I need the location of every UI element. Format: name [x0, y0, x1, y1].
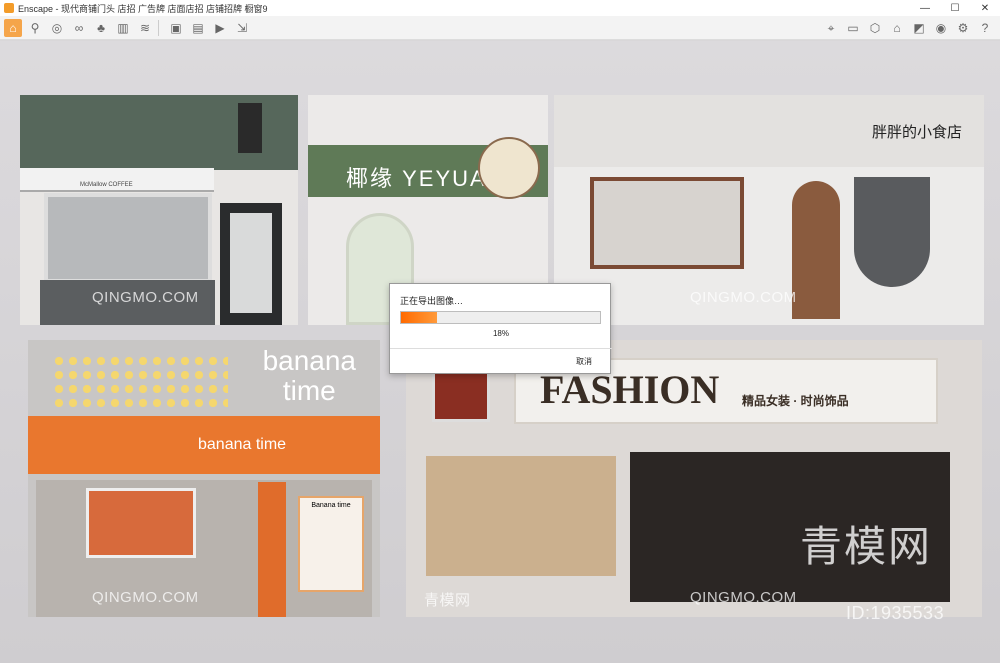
- oval-window: [854, 177, 930, 287]
- walk-icon[interactable]: ⚲: [26, 19, 44, 37]
- eye-icon[interactable]: ◉: [932, 19, 950, 37]
- storefront-banana-time: banana time banana time Banana time: [28, 340, 380, 617]
- library-icon[interactable]: ⌂: [888, 19, 906, 37]
- watermark: QINGMO.COM: [690, 589, 797, 606]
- shop-window: [590, 177, 744, 269]
- screenshot-icon[interactable]: ▭: [844, 19, 862, 37]
- building-icon[interactable]: ▥: [114, 19, 132, 37]
- watermark: QINGMO.COM: [690, 289, 797, 306]
- cancel-button[interactable]: 取消: [576, 356, 592, 367]
- tree-icon[interactable]: ♣: [92, 19, 110, 37]
- settings-icon[interactable]: ⚙: [954, 19, 972, 37]
- portrait-logo: [432, 370, 490, 422]
- progress-bar: [400, 311, 601, 324]
- panorama-icon[interactable]: ⇲: [233, 19, 251, 37]
- help-icon[interactable]: ?: [976, 19, 994, 37]
- toolbar-right: ⌖ ▭ ⬡ ⌂ ◩ ◉ ⚙ ?: [818, 19, 994, 37]
- binoculars-icon[interactable]: ∞: [70, 19, 88, 37]
- awning: McMallow COFFEE: [20, 168, 214, 192]
- menu-board: Banana time: [298, 496, 364, 592]
- watermark: QINGMO.COM: [92, 289, 199, 306]
- shop-window: [44, 193, 212, 283]
- toolbar: ⌂ ⚲ ◎ ∞ ♣ ▥ ≋ ▣ ▤ ▶ ⇲ ⌖ ▭ ⬡ ⌂ ◩ ◉ ⚙ ?: [0, 16, 1000, 40]
- coconut-logo: [478, 137, 540, 199]
- home-icon[interactable]: ⌂: [4, 18, 22, 37]
- material-icon[interactable]: ◩: [910, 19, 928, 37]
- progress-percent: 18%: [492, 329, 509, 338]
- watermark-brand-large: 青模网: [800, 523, 933, 570]
- grass-icon[interactable]: ≋: [136, 19, 154, 37]
- progress-fill: [401, 312, 437, 323]
- door: [220, 203, 282, 325]
- shop-name: 胖胖的小食店: [871, 123, 962, 141]
- maximize-button[interactable]: ☐: [940, 0, 970, 16]
- fashion-subtitle: 精品女装 · 时尚饰品: [742, 394, 849, 408]
- watermark: QINGMO.COM: [92, 589, 199, 606]
- window-controls: — ☐ ✕: [910, 0, 1000, 16]
- progress-message: 正在导出图像…: [400, 296, 464, 306]
- asset-icon[interactable]: ⬡: [866, 19, 884, 37]
- minimize-button[interactable]: —: [910, 0, 940, 16]
- enscape-logo-icon: [4, 3, 14, 13]
- title-bar: Enscape - 现代商铺门头 店招 广告牌 店面店招 店铺招牌 橱窗9 — …: [0, 0, 1000, 16]
- export-progress-dialog: 正在导出图像… 18% 取消: [389, 283, 612, 374]
- storefront-fashion: FASHION 精品女装 · 时尚饰品: [406, 340, 982, 617]
- dialog-divider: [390, 348, 612, 349]
- watermark-id: ID:1935533: [846, 603, 945, 623]
- door: [258, 482, 286, 617]
- orbit-icon[interactable]: ◎: [48, 19, 66, 37]
- shop-front: Banana time: [36, 480, 372, 617]
- orange-awning: banana time: [28, 416, 380, 474]
- watermark: 青模网: [424, 592, 471, 609]
- arched-door: [792, 181, 840, 319]
- video-icon[interactable]: ▶: [211, 19, 229, 37]
- brand-sign: banana time: [263, 346, 356, 406]
- views-icon[interactable]: ⌖: [822, 19, 840, 37]
- brand-line-1: banana: [262, 345, 356, 376]
- toolbar-divider: [158, 19, 159, 36]
- door-glass: [230, 213, 272, 313]
- export-image-icon[interactable]: ▣: [167, 19, 185, 37]
- batch-icon[interactable]: ▤: [189, 19, 207, 37]
- close-button[interactable]: ✕: [970, 0, 1000, 16]
- display-shelf: [426, 456, 616, 576]
- vertical-sign: [238, 103, 262, 153]
- brand-line-2: time: [282, 375, 336, 406]
- shop-window: [86, 488, 196, 558]
- light-grid: [52, 354, 228, 412]
- window-title: Enscape - 现代商铺门头 店招 广告牌 店面店招 店铺招牌 橱窗9: [18, 3, 268, 14]
